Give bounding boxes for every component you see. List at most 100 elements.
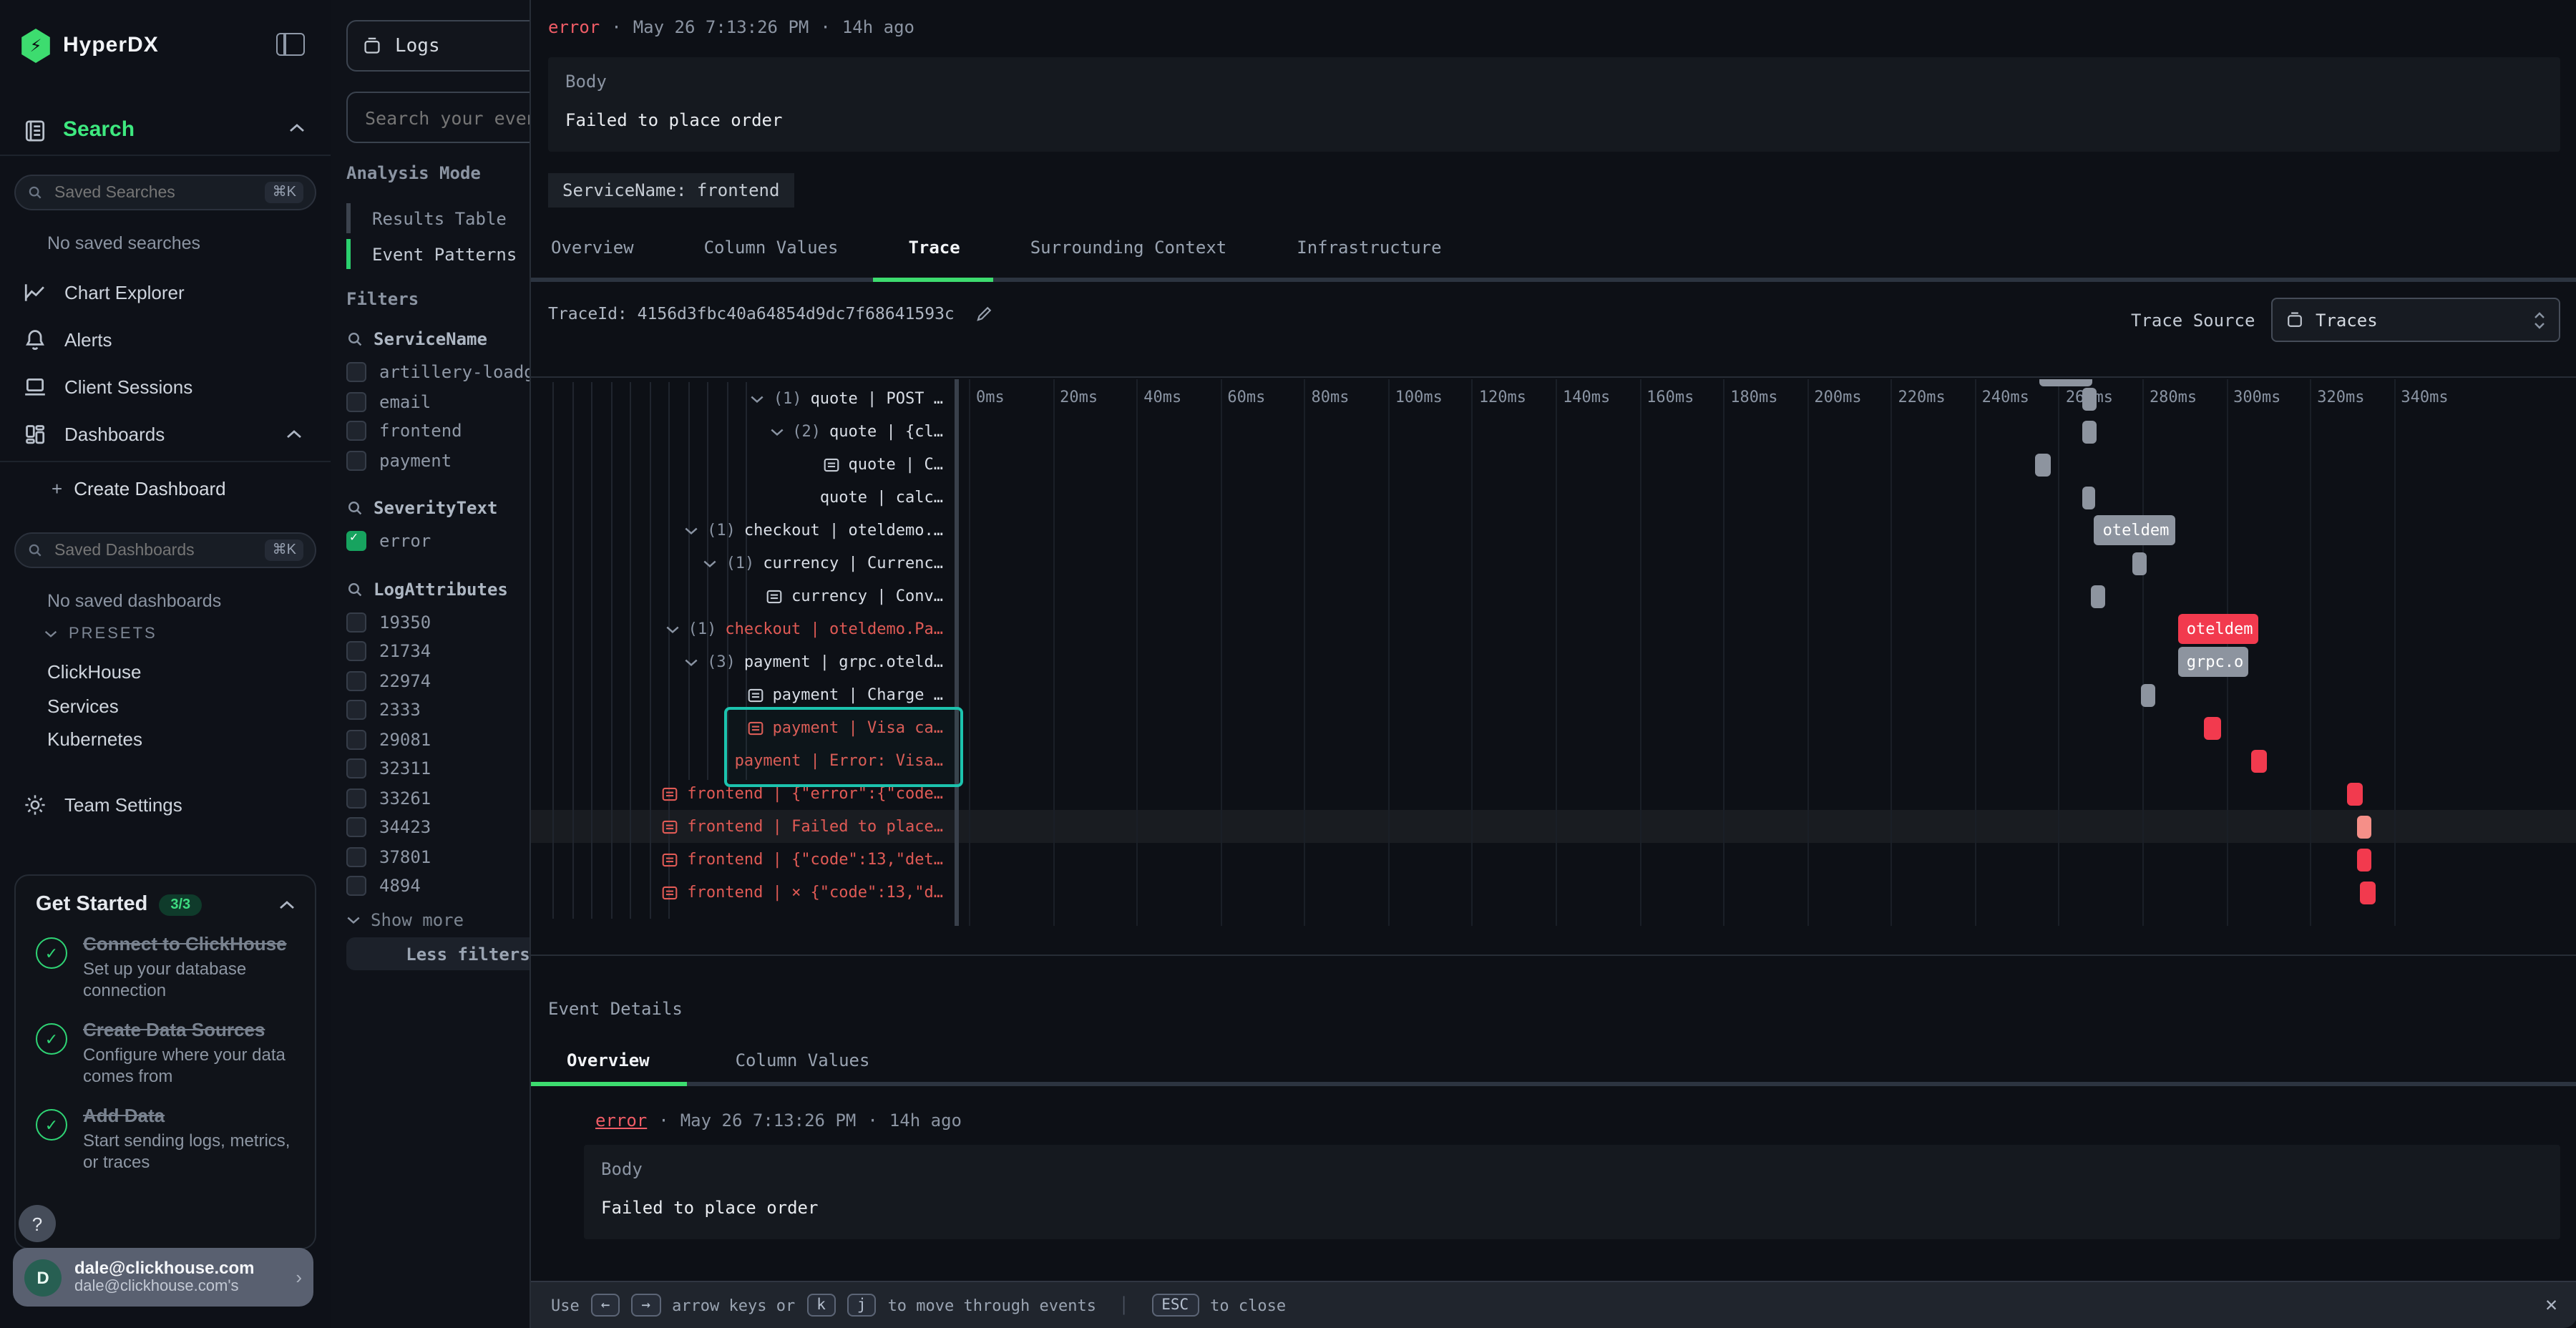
span-label: frontend | Failed to place… [687,817,943,836]
span-duration-bar[interactable] [2141,683,2156,706]
span-duration-bar[interactable]: oteldem [2094,515,2175,545]
checkbox[interactable] [346,642,366,662]
chevron-up-icon[interactable] [279,899,295,909]
edit-pencil-icon[interactable] [975,304,993,323]
log-icon [661,785,678,802]
sidebar-item-search[interactable]: Search [0,109,331,155]
tab-trace[interactable]: Trace [908,238,960,258]
tab-overview[interactable]: Overview [551,238,634,258]
checkbox[interactable] [346,451,366,471]
check-circle-icon: ✓ [36,1023,67,1055]
service-name-chip[interactable]: ServiceName: frontend [548,173,794,208]
chevron-down-icon[interactable] [769,427,784,436]
trace-tree-row[interactable]: (1)currency | Currenc… [531,547,955,580]
preset-kubernetes[interactable]: Kubernetes [47,728,142,750]
preset-clickhouse[interactable]: ClickHouse [47,661,142,683]
span-duration-bar[interactable]: oteldem [2178,614,2258,644]
checkbox[interactable] [346,612,366,633]
get-started-item[interactable]: ✓Connect to ClickHouseSet up your databa… [36,933,295,1000]
timeline-gridline [1304,379,1306,926]
help-button[interactable]: ? [19,1205,56,1242]
saved-dashboards-input[interactable]: ⌘K [14,532,316,568]
sidebar-item-label: Chart Explorer [64,282,185,303]
trace-tree-row[interactable]: quote | C… [531,448,955,481]
get-started-progress-badge: 3/3 [159,894,202,915]
span-duration-bar[interactable] [2251,749,2266,772]
event-details-tab-overview[interactable]: Overview [567,1050,650,1070]
checkbox[interactable] [346,877,366,897]
checkbox[interactable] [346,818,366,838]
chevron-down-icon[interactable] [665,625,680,633]
tab-infrastructure[interactable]: Infrastructure [1297,238,1441,258]
event-details-tab-column-values[interactable]: Column Values [736,1050,870,1070]
sidebar-item-client-sessions[interactable]: Client Sessions [0,363,331,411]
span-duration-bar[interactable] [2091,585,2105,607]
chevron-down-icon[interactable] [684,526,698,534]
trace-tree-row[interactable]: (3)payment | grpc.oteld… [531,645,955,678]
trace-source-select[interactable]: Traces [2271,298,2560,342]
checkbox[interactable] [346,759,366,779]
user-menu[interactable]: D dale@clickhouse.com dale@clickhouse.co… [13,1248,313,1307]
timeline-tick-label: 100ms [1395,388,1443,406]
span-duration-bar[interactable] [2082,486,2095,509]
presets-toggle[interactable]: PRESETS [44,625,157,643]
checkbox[interactable] [346,363,366,383]
trace-tree-row[interactable]: (1)checkout | oteldemo.… [531,514,955,547]
span-bar-clipped[interactable] [2039,379,2093,386]
trace-tree-row[interactable]: frontend | Failed to place… [531,810,955,843]
create-dashboard-button[interactable]: + Create Dashboard [52,478,226,499]
checkbox[interactable] [346,847,366,867]
event-age: 14h ago [842,17,914,37]
search-icon [346,580,364,597]
span-duration-bar[interactable] [2036,453,2051,476]
sidebar-item-team-settings[interactable]: Team Settings [23,793,182,817]
checkbox[interactable] [346,788,366,809]
span-duration-bar[interactable] [2360,881,2376,904]
checkbox[interactable] [346,671,366,691]
checkbox[interactable] [346,532,366,552]
chevron-down-icon[interactable] [703,559,718,567]
checkbox[interactable] [346,421,366,441]
trace-tree-row[interactable]: frontend | × {"code":13,"d… [531,876,955,909]
filter-group-name: ServiceName [374,329,487,349]
sidebar-item-label: Alerts [64,329,112,351]
span-duration-bar[interactable] [2357,848,2371,871]
span-duration-bar[interactable] [2348,782,2363,805]
sidebar-item-alerts[interactable]: Alerts [0,316,331,363]
trace-tree-row[interactable]: currency | Conv… [531,580,955,612]
sidebar-item-chart-explorer[interactable]: Chart Explorer [0,269,331,316]
timeline-tick-label: 160ms [1646,388,1694,406]
collapse-sidebar-icon[interactable] [276,33,305,56]
saved-searches-input[interactable]: ⌘K [14,175,316,210]
get-started-item[interactable]: ✓Add DataStart sending logs, metrics, or… [36,1105,295,1172]
span-duration-bar[interactable]: grpc.o [2178,647,2248,677]
timeline-gridline [1556,379,1557,926]
trace-tree-row[interactable]: (1)checkout | oteldemo.Pa… [531,612,955,645]
trace-tree-row[interactable]: quote | calc… [531,481,955,514]
span-duration-bar[interactable] [2082,387,2097,410]
span-duration-bar[interactable] [2357,815,2371,838]
sidebar-item-dashboards[interactable]: Dashboards [0,411,331,458]
tab-column-values[interactable]: Column Values [704,238,839,258]
get-started-item[interactable]: ✓Create Data SourcesConfigure where your… [36,1019,295,1086]
checkbox[interactable] [346,730,366,750]
checkbox[interactable] [346,700,366,721]
span-label: quote | POST … [811,389,943,408]
timeline-gridline [2142,379,2144,926]
tab-surrounding-context[interactable]: Surrounding Context [1030,238,1227,258]
checkbox[interactable] [346,392,366,412]
timeline-gridline [1723,379,1724,926]
tab-track [531,278,2576,282]
tree-timeline-scrollbar[interactable] [955,379,959,926]
trace-tree-row[interactable]: frontend | {"code":13,"det… [531,843,955,876]
logo-row: ⚡ HyperDX [0,11,331,80]
chevron-down-icon[interactable] [684,658,698,666]
chevron-down-icon[interactable] [751,394,765,403]
span-duration-bar[interactable] [2132,552,2147,575]
span-duration-bar[interactable] [2082,420,2097,443]
close-icon[interactable]: ✕ [2545,1294,2557,1317]
trace-tree-row[interactable]: (2)quote | {cl… [531,415,955,448]
preset-services[interactable]: Services [47,695,119,716]
trace-tree-row[interactable]: (1)quote | POST … [531,382,955,415]
span-duration-bar[interactable] [2205,716,2221,739]
